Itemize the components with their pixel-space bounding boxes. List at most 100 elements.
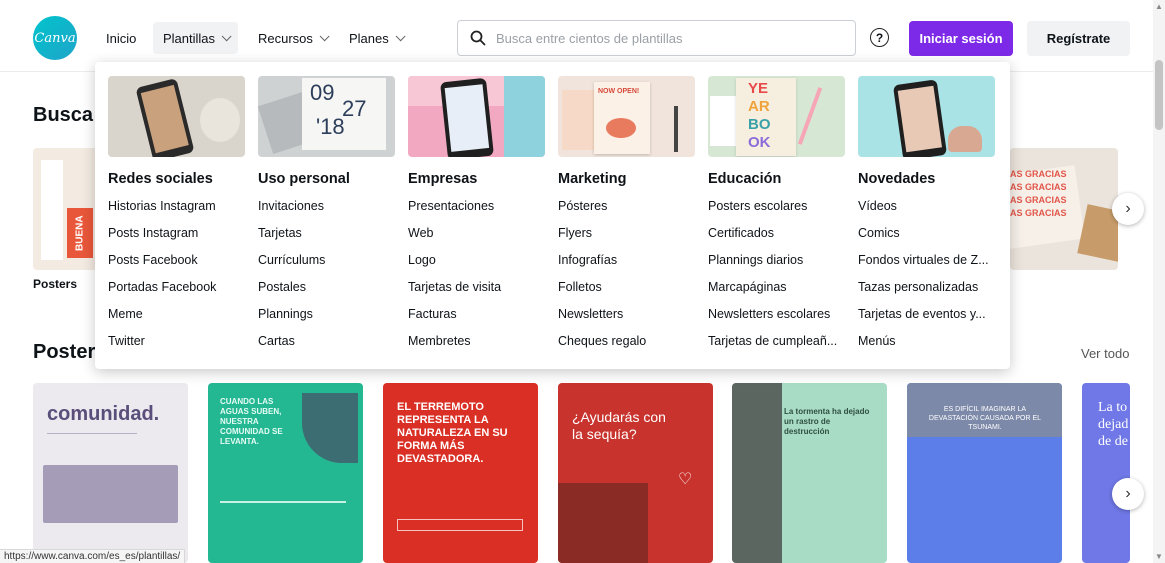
menu-link[interactable]: Tarjetas de visita [408,280,501,294]
poster-card[interactable]: La tormenta ha dejado un rastro de destr… [732,383,887,563]
menu-link[interactable]: Vídeos [858,199,897,213]
menu-link[interactable]: Pósteres [558,199,607,213]
menu-link[interactable]: Plannings [258,307,313,321]
menu-link[interactable]: Infografías [558,253,617,267]
thumb-marketing[interactable]: NOW OPEN! [558,76,695,157]
menu-column-title[interactable]: Novedades [858,171,935,187]
thumb-text: YE [748,80,769,97]
menu-link[interactable]: Currículums [258,253,325,267]
flyer-shape [562,90,596,150]
menu-column-title[interactable]: Marketing [558,171,627,187]
menu-link[interactable]: Presentaciones [408,199,494,213]
nav-inicio[interactable]: Inicio [96,22,146,54]
poster-photo [558,483,648,563]
thumb-side-panel [504,76,545,157]
vertical-scrollbar[interactable]: ▲ ▼ [1153,0,1165,563]
menu-link[interactable]: Tarjetas [258,226,302,240]
poster-photo [302,393,358,463]
nav-label: Recursos [258,30,313,46]
side-banner-text: AS GRACIAS AS GRACIAS AS GRACIAS AS GRACIAS [1010,169,1067,218]
card-shape: 09 27 '18 [302,78,386,150]
poster-photo [43,465,178,523]
thumb-empresas[interactable] [408,76,545,157]
menu-link[interactable]: Postales [258,280,306,294]
scroll-down-arrow-icon[interactable]: ▼ [1155,552,1163,561]
yearbook-cover: YE AR BO OK [736,78,796,156]
poster-card[interactable]: EL TERREMOTO REPRESENTA LA NATURALEZA EN… [383,383,538,563]
menu-column-title[interactable]: Uso personal [258,171,350,187]
canva-logo[interactable]: Canva [33,16,77,60]
poster-card[interactable]: comunidad. [33,383,188,563]
poster-divider [220,501,346,503]
question-circle-icon[interactable]: ? [870,28,889,47]
menu-link[interactable]: Cartas [258,334,295,348]
poster-card[interactable]: La to dejad de de [1082,383,1130,563]
carousel-next-arrow[interactable]: › [1112,478,1144,510]
menu-link[interactable]: Plannings diarios [708,253,803,267]
menu-link[interactable]: Web [408,226,433,240]
poster-headline: EL TERREMOTO REPRESENTA LA NATURALEZA EN… [397,401,508,465]
menu-link[interactable]: Twitter [108,334,145,348]
menu-link[interactable]: Facturas [408,307,457,321]
thumb-text: AR [748,98,770,115]
section-title-posters: Poster [33,341,96,363]
section-title-busca: Busca [33,104,94,126]
nav-label: Planes [349,30,389,46]
menu-link[interactable]: Historias Instagram [108,199,216,213]
poster-photo [732,383,782,563]
scroll-up-arrow-icon[interactable]: ▲ [1155,2,1163,11]
pen-shape [674,106,678,152]
search-box[interactable] [457,20,856,56]
poster-headline: comunidad. [47,403,160,425]
scroll-thumb[interactable] [1155,60,1163,130]
register-button[interactable]: Regístrate [1027,21,1130,56]
poster-card[interactable]: CUANDO LAS AGUAS SUBEN, NUESTRA COMUNIDA… [208,383,363,563]
menu-link[interactable]: Tarjetas de eventos y... [858,307,986,321]
menu-link[interactable]: Menús [858,334,896,348]
menu-link[interactable]: Posts Instagram [108,226,198,240]
menu-link[interactable]: Newsletters escolares [708,307,830,321]
nav-planes[interactable]: Planes [339,22,412,54]
thumb-uso-personal[interactable]: 09 27 '18 [258,76,395,157]
poster-headline: La tormenta ha dejado un rastro de destr… [784,407,870,436]
menu-link[interactable]: Fondos virtuales de Z... [858,253,989,267]
posters-category-card[interactable]: BUENA [33,148,103,270]
login-button[interactable]: Iniciar sesión [909,21,1013,56]
menu-link[interactable]: Cheques regalo [558,334,646,348]
thumb-novedades[interactable] [858,76,995,157]
menu-link[interactable]: Folletos [558,280,602,294]
menu-link[interactable]: Posts Facebook [108,253,198,267]
side-category-card[interactable]: AS GRACIAS AS GRACIAS AS GRACIAS AS GRACIAS [1010,148,1118,270]
carousel-next-arrow[interactable]: › [1112,193,1144,225]
thumb-educacion[interactable]: YE AR BO OK [708,76,845,157]
thumb-text: NOW OPEN! [598,88,640,95]
nav-plantillas[interactable]: Plantillas [153,22,239,54]
menu-link[interactable]: Newsletters [558,307,623,321]
menu-link[interactable]: Meme [108,307,143,321]
phone-screen [444,84,490,152]
menu-link[interactable]: Tazas personalizadas [858,280,978,294]
menu-column-title[interactable]: Redes sociales [108,171,213,187]
poster-headline: ES DIFÍCIL IMAGINAR LA DEVASTACIÓN CAUSA… [928,406,1042,431]
search-icon [470,30,486,46]
thumb-text: OK [748,134,771,151]
menu-column-title[interactable]: Educación [708,171,781,187]
menu-link[interactable]: Certificados [708,226,774,240]
search-input[interactable] [496,30,836,46]
menu-link[interactable]: Posters escolares [708,199,807,213]
poster-card[interactable]: ¿Ayudarás con la sequía? ♡ [558,383,713,563]
nav-recursos[interactable]: Recursos [248,22,336,54]
menu-link[interactable]: Marcapáginas [708,280,787,294]
menu-link[interactable]: Membretes [408,334,471,348]
menu-link[interactable]: Logo [408,253,436,267]
menu-link[interactable]: Tarjetas de cumpleañ... [708,334,837,348]
menu-link[interactable]: Invitaciones [258,199,324,213]
menu-link[interactable]: Flyers [558,226,592,240]
menu-link[interactable]: Portadas Facebook [108,280,216,294]
thumb-text: BO [748,116,771,133]
view-all-link[interactable]: Ver todo [1081,346,1129,361]
menu-column-title[interactable]: Empresas [408,171,477,187]
thumb-redes-sociales[interactable] [108,76,245,157]
poster-card[interactable]: ES DIFÍCIL IMAGINAR LA DEVASTACIÓN CAUSA… [907,383,1062,563]
menu-link[interactable]: Comics [858,226,900,240]
